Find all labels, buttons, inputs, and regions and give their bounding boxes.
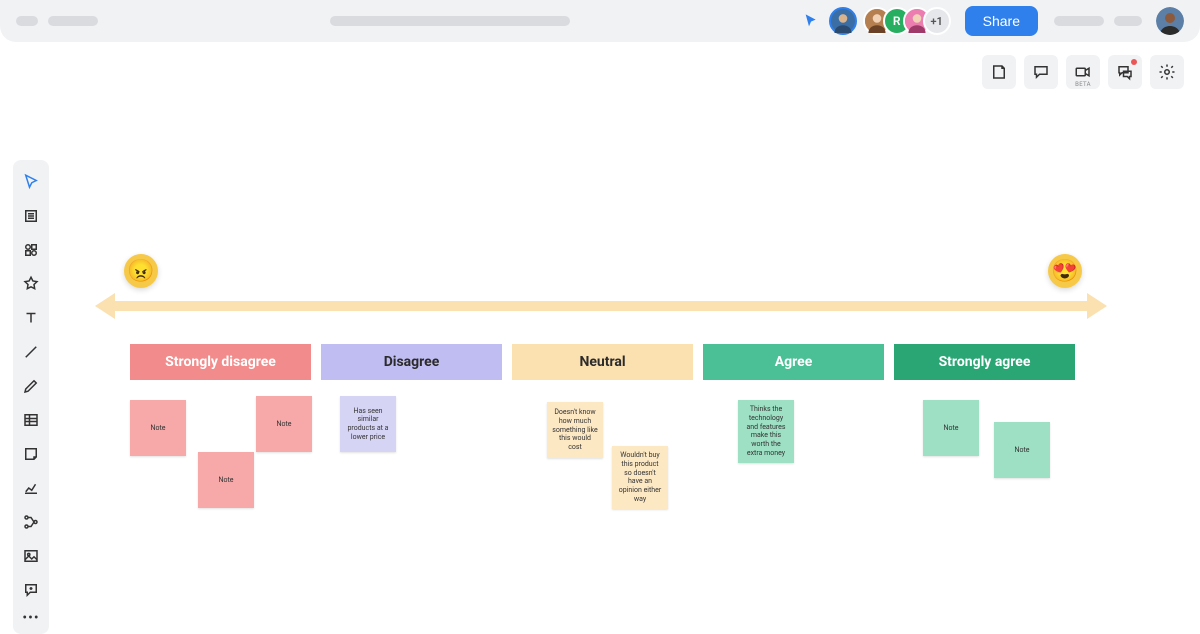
share-button[interactable]: Share	[965, 6, 1038, 36]
scale-cell-1[interactable]: Disagree	[321, 344, 502, 380]
current-user-avatar[interactable]	[1156, 7, 1184, 35]
title-placeholder[interactable]	[48, 16, 98, 26]
axis-line	[115, 301, 1087, 311]
scale-cell-0[interactable]: Strongly disagree	[130, 344, 311, 380]
sticky-note[interactable]: Note	[130, 400, 186, 456]
sticky-note[interactable]: Thinks the technology and features make …	[738, 400, 794, 463]
scale-cell-3[interactable]: Agree	[703, 344, 884, 380]
scale-cell-4[interactable]: Strongly agree	[894, 344, 1075, 380]
presence-cursor-icon	[803, 13, 819, 29]
search-placeholder[interactable]	[330, 16, 570, 26]
sticky-note[interactable]: Has seen similar products at a lower pri…	[340, 396, 396, 452]
menu-placeholder[interactable]	[16, 16, 38, 26]
topbar-action-placeholder[interactable]	[1054, 16, 1104, 26]
canvas[interactable]: 😠 😍 Strongly disagree Disagree Neutral Agre…	[0, 42, 1200, 630]
sticky-note[interactable]: Note	[256, 396, 312, 452]
axis-arrow-right-icon	[1087, 293, 1107, 319]
emoji-angry-icon[interactable]: 😠	[124, 254, 158, 288]
sticky-note[interactable]: Note	[994, 422, 1050, 478]
likert-axis	[95, 298, 1107, 314]
top-bar: R +1 Share	[0, 0, 1200, 42]
sticky-note[interactable]: Doesn't know how much something like thi…	[547, 402, 603, 458]
topbar-action-placeholder[interactable]	[1114, 16, 1142, 26]
collaborator-group[interactable]: R +1	[871, 7, 951, 35]
collaborator-avatar[interactable]	[829, 7, 857, 35]
axis-arrow-left-icon	[95, 293, 115, 319]
collaborator-avatars[interactable]	[829, 7, 857, 35]
sticky-note[interactable]: Note	[923, 400, 979, 456]
sticky-note[interactable]: Wouldn't buy this product so doesn't hav…	[612, 446, 668, 509]
emoji-love-icon[interactable]: 😍	[1048, 254, 1082, 288]
sticky-note[interactable]: Note	[198, 452, 254, 508]
scale-cell-2[interactable]: Neutral	[512, 344, 693, 380]
collaborator-overflow[interactable]: +1	[923, 7, 951, 35]
likert-scale-row: Strongly disagree Disagree Neutral Agree Str…	[130, 344, 1075, 380]
